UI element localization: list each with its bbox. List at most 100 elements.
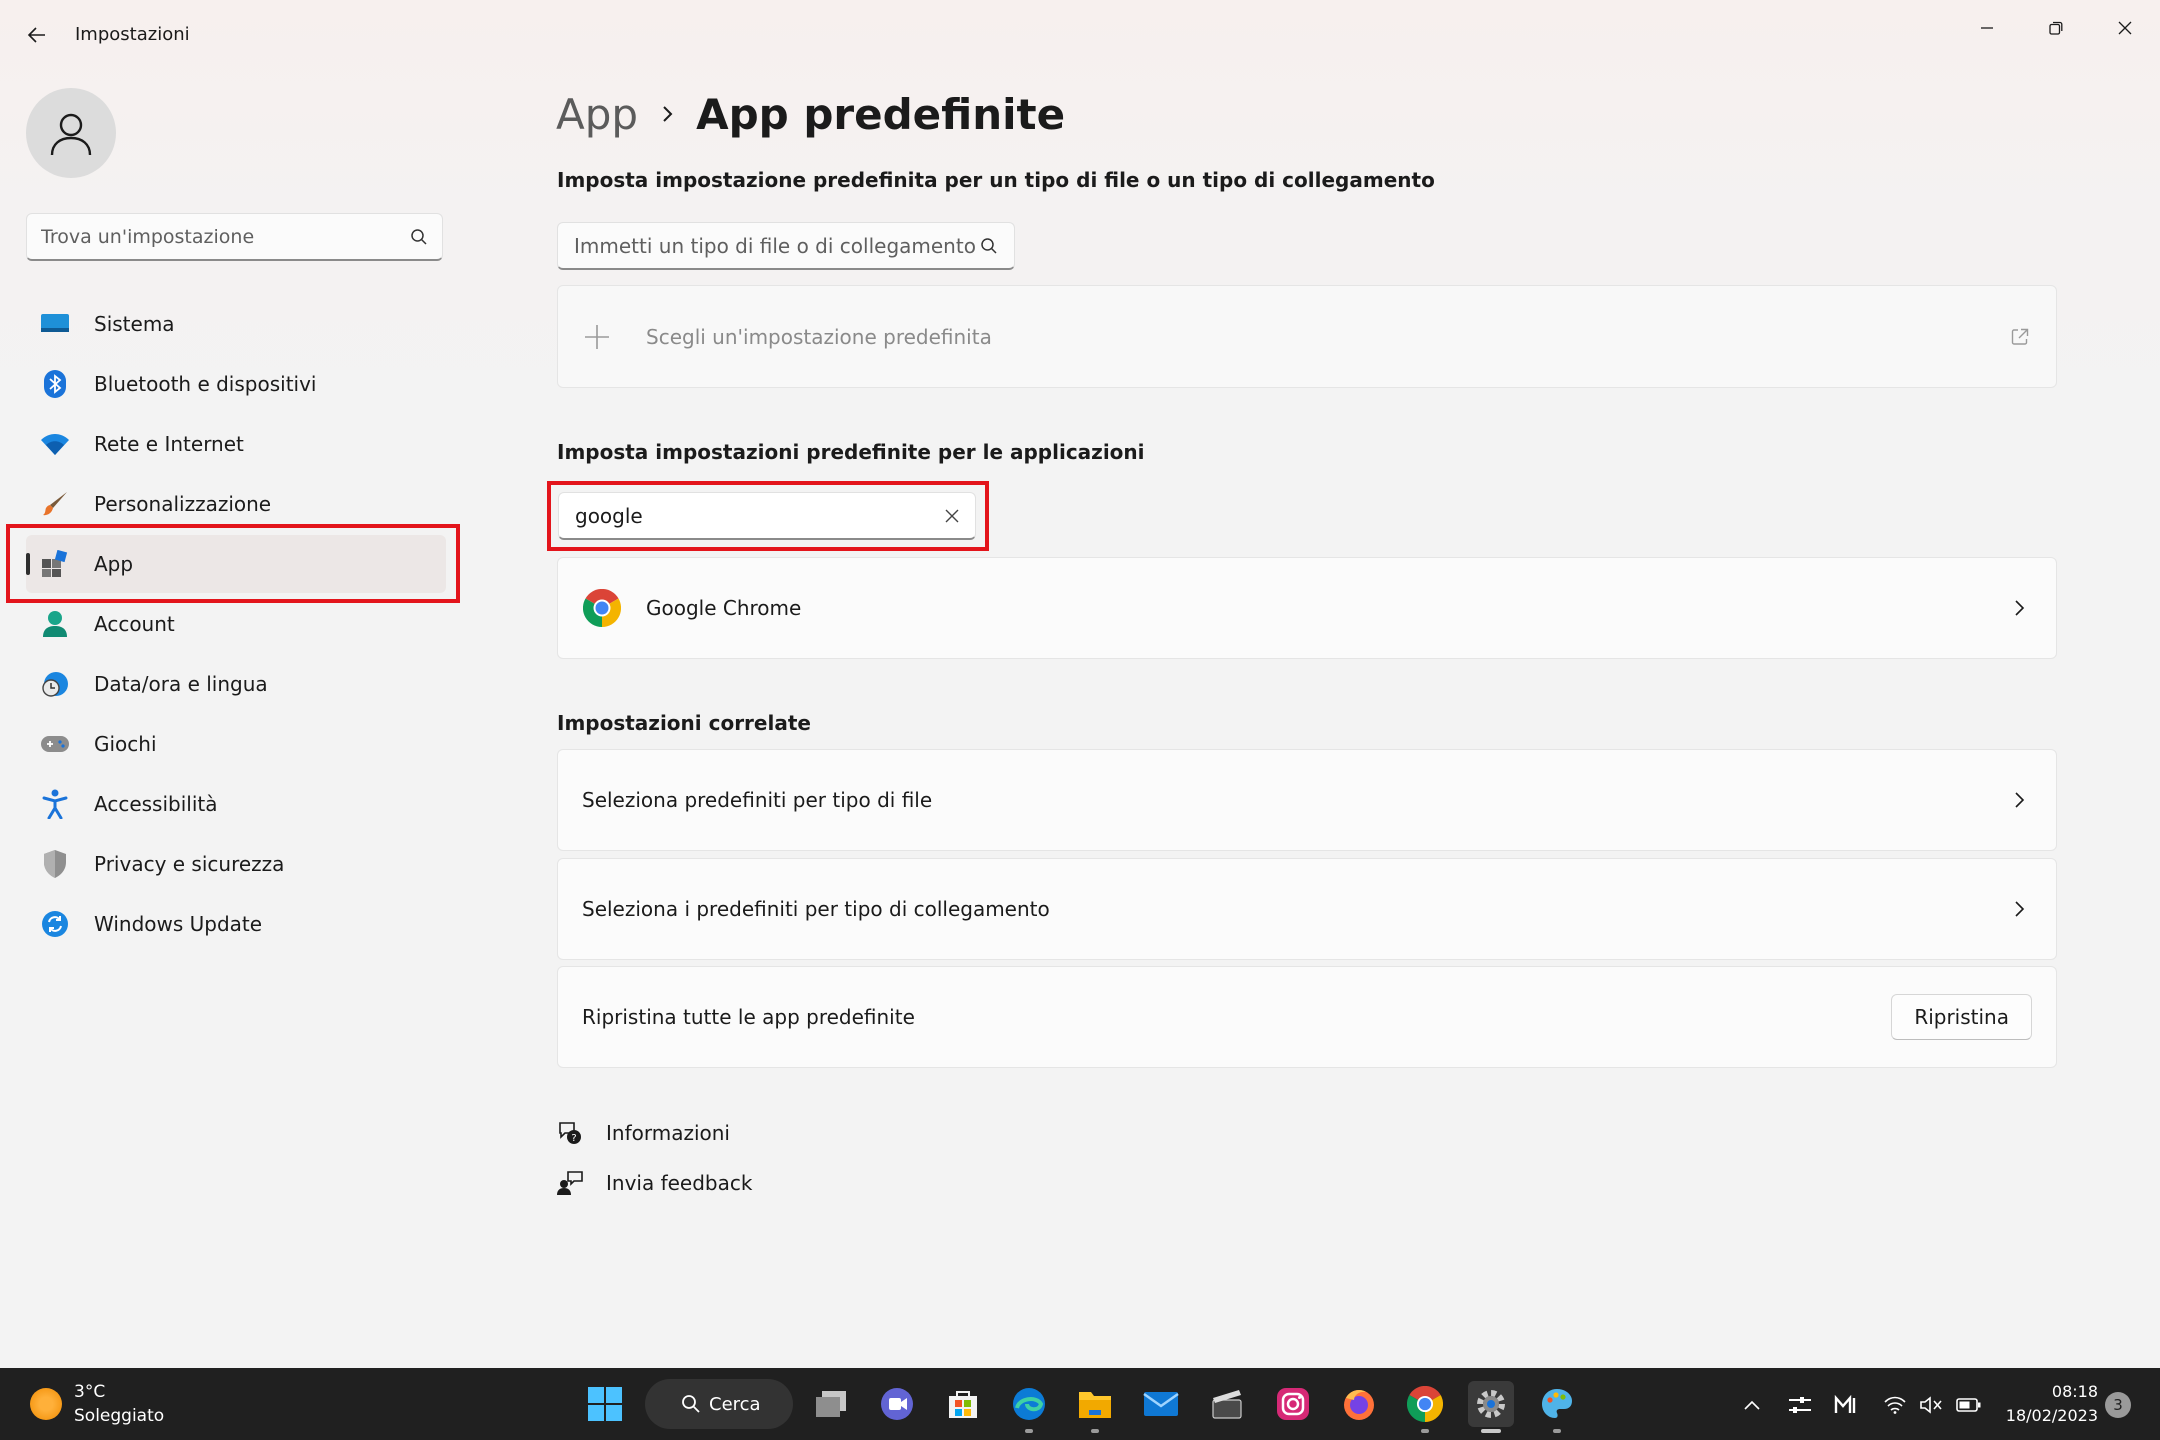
close-button[interactable]: [2095, 8, 2155, 48]
feedback-link[interactable]: Invia feedback: [556, 1169, 752, 1197]
instagram-icon: [1277, 1388, 1309, 1420]
sidebar-item-sistema[interactable]: Sistema: [26, 295, 446, 353]
battery-status[interactable]: [1953, 1390, 1985, 1420]
back-button[interactable]: [20, 18, 54, 52]
chevron-right-icon: [2008, 897, 2032, 921]
settings-window: Impostazioni Sistema Bluetooth e disp: [0, 0, 2160, 1368]
related-item-label: Seleziona predefiniti per tipo di file: [582, 788, 933, 812]
clapperboard-icon: [1212, 1390, 1242, 1419]
app-result-label: Google Chrome: [646, 596, 802, 620]
weather-condition: Soleggiato: [74, 1406, 165, 1426]
filetype-search-field[interactable]: Immetti un tipo di file o di collegament…: [557, 222, 1015, 270]
sidebar-item-label: Sistema: [94, 312, 175, 336]
filetype-search-placeholder: Immetti un tipo di file o di collegament…: [574, 233, 976, 258]
active-indicator: [1481, 1429, 1501, 1433]
chat-icon: [881, 1388, 913, 1420]
restore-icon: [2049, 21, 2063, 35]
mail-button[interactable]: [1138, 1381, 1184, 1427]
sidebar-item-label: Data/ora e lingua: [94, 672, 268, 696]
clock-date: 18/02/2023: [2005, 1406, 2098, 1425]
instagram-button[interactable]: [1270, 1381, 1316, 1427]
reset-button[interactable]: Ripristina: [1891, 994, 2032, 1040]
sidebar-item-label: Privacy e sicurezza: [94, 852, 285, 876]
page-title: App predefinite: [696, 89, 1066, 139]
sidebar-item-label: Account: [94, 612, 175, 636]
help-chat-icon: ?: [556, 1119, 584, 1147]
settings-taskbar-button[interactable]: [1468, 1381, 1514, 1433]
sidebar-item-giochi[interactable]: Giochi: [26, 715, 446, 773]
info-link[interactable]: ? Informazioni: [556, 1119, 730, 1147]
filetype-section-title: Imposta impostazione predefinita per un …: [557, 168, 1435, 192]
choose-default-label: Scegli un'impostazione predefinita: [646, 324, 992, 349]
notification-badge[interactable]: 3: [2105, 1392, 2131, 1418]
brush-icon: [40, 489, 70, 519]
firefox-icon: [1344, 1390, 1374, 1420]
gear-icon: [1477, 1390, 1505, 1418]
settings-search[interactable]: [26, 213, 443, 261]
related-item-file-type[interactable]: Seleziona predefiniti per tipo di file: [557, 749, 2057, 851]
clock-globe-icon: [40, 669, 70, 699]
sidebar-item-data-ora[interactable]: Data/ora e lingua: [26, 655, 446, 713]
store-button[interactable]: [940, 1381, 986, 1427]
minimize-button[interactable]: [1957, 8, 2017, 48]
file-explorer-button[interactable]: [1072, 1381, 1118, 1433]
mail-icon: [1143, 1392, 1179, 1416]
feedback-link-label: Invia feedback: [606, 1171, 753, 1195]
weather-widget[interactable]: 3°C Soleggiato: [30, 1380, 164, 1428]
network-status[interactable]: [1879, 1390, 1911, 1420]
plus-icon: [582, 322, 612, 352]
user-avatar[interactable]: [26, 88, 116, 178]
sidebar-item-label: Personalizzazione: [94, 492, 272, 516]
chevron-up-icon: [1744, 1400, 1760, 1410]
taskbar-clock[interactable]: 08:18 18/02/2023: [2000, 1380, 2098, 1428]
taskbar-search[interactable]: Cerca: [645, 1379, 793, 1429]
tray-app-icon[interactable]: [1830, 1390, 1862, 1420]
apps-section-title: Imposta impostazioni predefinite per le …: [557, 440, 1145, 464]
search-icon[interactable]: [410, 228, 428, 246]
chrome-icon: [582, 588, 622, 628]
minimize-icon: [1981, 27, 1993, 29]
breadcrumb-parent[interactable]: App: [556, 90, 638, 139]
edge-button[interactable]: [1006, 1381, 1052, 1433]
task-view-button[interactable]: [808, 1381, 854, 1427]
highlight-box-app: [6, 524, 460, 603]
tray-sliders[interactable]: [1784, 1390, 1816, 1420]
sidebar-item-label: Giochi: [94, 732, 157, 756]
restore-button[interactable]: [2026, 8, 2086, 48]
start-button[interactable]: [582, 1381, 628, 1427]
sidebar-item-rete[interactable]: Rete e Internet: [26, 415, 446, 473]
svg-text:?: ?: [571, 1133, 576, 1144]
firefox-button[interactable]: [1336, 1381, 1382, 1427]
show-hidden-icons-button[interactable]: [1736, 1390, 1768, 1420]
feedback-icon: [556, 1169, 584, 1197]
sun-icon: [30, 1388, 62, 1420]
paint-button[interactable]: [1534, 1381, 1580, 1433]
clipchamp-button[interactable]: [1204, 1381, 1250, 1427]
search-icon[interactable]: [980, 237, 998, 255]
chrome-icon: [1407, 1386, 1443, 1422]
app-m-icon: [1834, 1395, 1856, 1413]
related-item-link-type[interactable]: Seleziona i predefiniti per tipo di coll…: [557, 858, 2057, 960]
monitor-icon: [40, 309, 70, 339]
chrome-taskbar-button[interactable]: [1402, 1381, 1448, 1433]
volume-status[interactable]: [1915, 1390, 1947, 1420]
sidebar-item-bluetooth[interactable]: Bluetooth e dispositivi: [26, 355, 446, 413]
search-icon: [682, 1395, 700, 1413]
settings-search-input[interactable]: [41, 225, 410, 248]
teams-chat-button[interactable]: [874, 1381, 920, 1427]
choose-default-card[interactable]: Scegli un'impostazione predefinita: [557, 285, 2057, 388]
sidebar-item-accessibilita[interactable]: Accessibilità: [26, 775, 446, 833]
app-result-google-chrome[interactable]: Google Chrome: [557, 557, 2057, 659]
info-link-label: Informazioni: [606, 1121, 730, 1145]
wifi-icon: [1884, 1396, 1906, 1414]
running-indicator: [1025, 1429, 1033, 1433]
running-indicator: [1091, 1429, 1099, 1433]
sidebar-item-windows-update[interactable]: Windows Update: [26, 895, 446, 953]
chevron-right-icon: [2008, 596, 2032, 620]
sidebar-item-label: Bluetooth e dispositivi: [94, 372, 317, 396]
highlight-box-search: [547, 481, 989, 551]
sidebar-item-privacy[interactable]: Privacy e sicurezza: [26, 835, 446, 893]
sidebar-item-account[interactable]: Account: [26, 595, 446, 653]
gamepad-icon: [40, 729, 70, 759]
person-icon: [50, 113, 92, 156]
